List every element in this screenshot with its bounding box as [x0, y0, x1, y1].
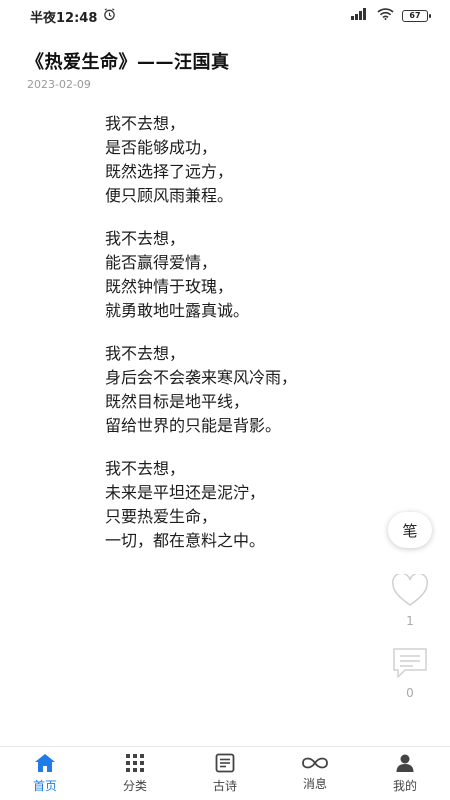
poem-line: 既然钟情于玫瑰，	[105, 277, 234, 296]
poem-line: 能否赢得爱情，	[105, 253, 218, 272]
poem-line: 一切，都在意料之中。	[105, 531, 266, 550]
comment-count: 0	[406, 686, 414, 700]
grid-icon	[125, 753, 145, 773]
poem-line: 身后会不会袭来寒风冷雨，	[105, 368, 298, 387]
nav-messages[interactable]: 消息	[270, 747, 360, 800]
poem-line: 我不去想，	[105, 459, 186, 478]
battery-icon: 67	[402, 10, 431, 22]
poem-line: 就勇敢地吐露真诚。	[105, 301, 250, 320]
nav-profile[interactable]: 我的	[360, 747, 450, 800]
nav-messages-label: 消息	[302, 777, 327, 791]
poem-line: 未来是平坦还是泥泞，	[105, 483, 266, 502]
bottom-nav: 首页 分类 古诗 消息 我的	[0, 746, 450, 800]
comment-icon	[391, 648, 429, 684]
page-title: 《热爱生命》——汪国真	[26, 52, 230, 73]
pen-button[interactable]: 笔	[388, 512, 432, 548]
signal-icon	[351, 8, 369, 24]
nav-poems[interactable]: 古诗	[180, 747, 270, 800]
stanza: 我不去想， 未来是平坦还是泥泞， 只要热爱生命， 一切，都在意料之中。	[105, 457, 405, 553]
comment-button[interactable]: 0	[390, 646, 430, 700]
like-count: 1	[406, 614, 414, 628]
nav-poems-label: 古诗	[212, 779, 237, 793]
nav-profile-label: 我的	[392, 779, 417, 793]
document-icon	[215, 753, 235, 773]
status-time: 半夜12:48	[30, 10, 98, 26]
status-bar: 半夜12:48 67	[0, 0, 450, 32]
nav-home-label: 首页	[32, 779, 57, 793]
poem-line: 既然选择了远方，	[105, 162, 234, 181]
poem-line: 便只顾风雨兼程。	[105, 186, 234, 205]
poem-line: 留给世界的只能是背影。	[105, 416, 282, 435]
poem-line: 既然目标是地平线，	[105, 392, 250, 411]
user-icon	[395, 753, 415, 773]
stanza: 我不去想， 身后会不会袭来寒风冷雨， 既然目标是地平线， 留给世界的只能是背影。	[105, 342, 405, 438]
poem-line: 是否能够成功，	[105, 138, 218, 157]
poem-body: 我不去想， 是否能够成功， 既然选择了远方， 便只顾风雨兼程。 我不去想， 能否…	[105, 112, 405, 572]
post-date: 2023-02-09	[27, 78, 91, 91]
stanza: 我不去想， 是否能够成功， 既然选择了远方， 便只顾风雨兼程。	[105, 112, 405, 208]
poem-line: 我不去想，	[105, 344, 186, 363]
poem-line: 我不去想，	[105, 229, 186, 248]
poem-line: 只要热爱生命，	[105, 507, 218, 526]
wifi-icon	[377, 8, 394, 24]
poem-line: 我不去想，	[105, 114, 186, 133]
nav-category-label: 分类	[122, 779, 147, 793]
alarm-icon	[103, 7, 116, 25]
nav-home[interactable]: 首页	[0, 747, 90, 800]
home-icon	[34, 753, 56, 773]
infinity-icon	[301, 755, 329, 771]
heart-icon	[391, 572, 429, 612]
nav-category[interactable]: 分类	[90, 747, 180, 800]
stanza: 我不去想， 能否赢得爱情， 既然钟情于玫瑰， 就勇敢地吐露真诚。	[105, 227, 405, 323]
like-button[interactable]: 1	[390, 572, 430, 628]
